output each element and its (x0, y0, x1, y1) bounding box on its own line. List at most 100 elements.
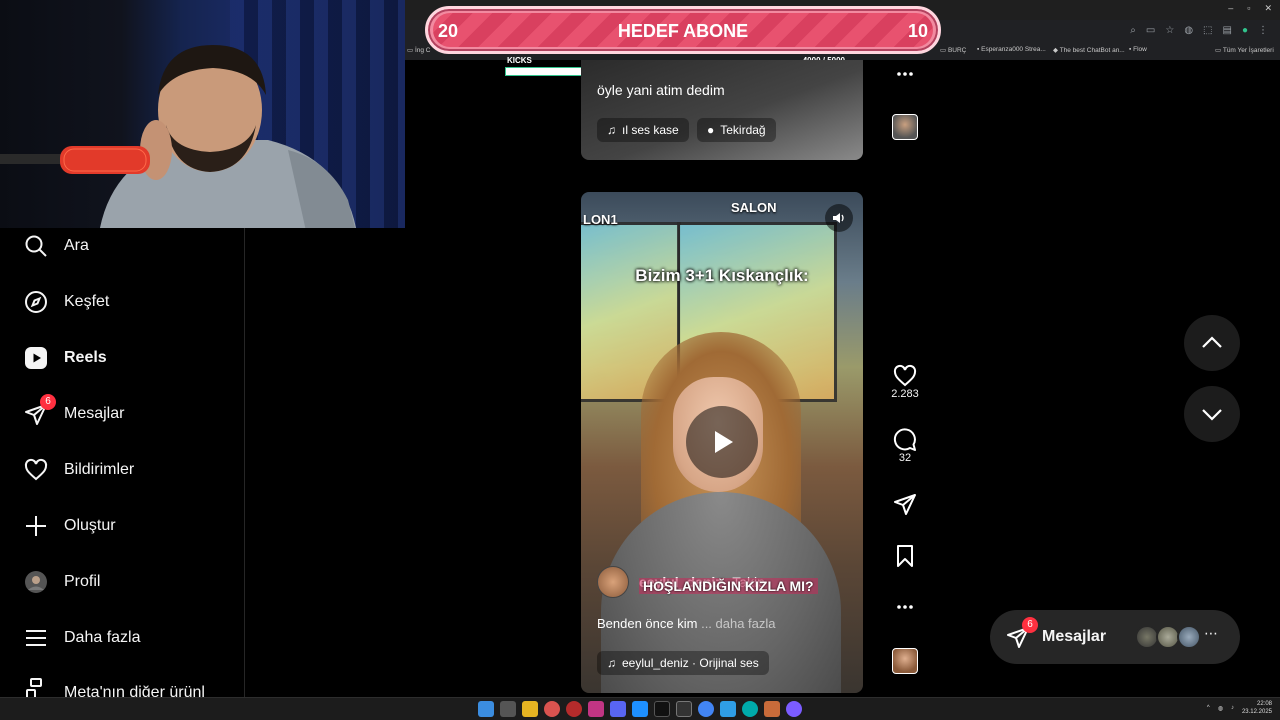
sidebar-item-label: Meta'nın diğer ürünl (64, 684, 205, 698)
like-count: 2.283 (891, 388, 919, 400)
minimize-button[interactable]: – (1228, 3, 1233, 14)
messenger-icon: 6 (24, 394, 56, 426)
next-reel-button[interactable] (1184, 386, 1240, 442)
kebab-menu-icon[interactable]: ⋮ (1258, 25, 1268, 36)
more-options-button[interactable] (889, 66, 921, 82)
sidebar-item-messages[interactable]: 6 Mesajlar (24, 394, 124, 432)
file-explorer-icon[interactable] (522, 701, 538, 717)
network-icon[interactable]: ◍ (1218, 705, 1223, 712)
app-icon[interactable] (764, 701, 780, 717)
bookmark-folder[interactable]: ▭ Tüm Yer İşaretleri (1215, 46, 1274, 54)
bookmark-folder[interactable]: ▭ İng C (407, 46, 431, 54)
close-button[interactable]: ✕ (1264, 3, 1272, 14)
sidebar-item-label: Profil (64, 573, 101, 590)
description-text: Benden önce kim (597, 616, 698, 631)
cinema-sign: LON1 (583, 212, 618, 227)
reel-description: Benden önce kim ... daha fazla (597, 616, 776, 631)
sidebar-item-more[interactable]: Daha fazla (24, 620, 141, 656)
volume-button[interactable] (825, 204, 853, 232)
chevron-up-icon (1202, 336, 1222, 348)
sidebar-item-reels[interactable]: Reels (24, 340, 107, 376)
puzzle-icon[interactable]: ⬚ (1203, 25, 1212, 36)
zoom-icon[interactable]: ⌕ (1130, 25, 1136, 36)
unread-badge: 6 (1022, 617, 1038, 633)
edge-icon[interactable] (742, 701, 758, 717)
sidebar-item-explore[interactable]: Keşfet (24, 284, 109, 320)
messages-pill[interactable]: 6 Mesajlar ⋯ (990, 610, 1240, 664)
profile-icon[interactable]: ● (1242, 25, 1248, 36)
instagram-icon[interactable] (588, 701, 604, 717)
audio-chip[interactable]: ♫ eeylul_deniz · Orijinal ses (597, 651, 769, 675)
photoshop-icon[interactable] (632, 701, 648, 717)
previous-reel-button[interactable] (1184, 315, 1240, 371)
music-note-icon: ♫ (607, 656, 616, 670)
location-chip[interactable]: ● Tekirdağ (697, 118, 776, 142)
obs-icon[interactable] (676, 701, 692, 717)
save-button[interactable] (889, 544, 921, 568)
sidebar-item-label: Bildirimler (64, 461, 135, 478)
taskbar-apps (478, 701, 802, 717)
sidebar-item-label: Keşfet (64, 293, 110, 310)
goal-title: HEDEF ABONE (617, 21, 749, 41)
sidebar-item-label: Oluştur (64, 517, 116, 534)
chrome-icon[interactable] (698, 701, 714, 717)
play-button[interactable] (686, 406, 758, 478)
app-icon[interactable] (786, 701, 802, 717)
chevron-down-icon (1202, 409, 1222, 421)
tiktok-icon[interactable] (654, 701, 670, 717)
discord-icon[interactable] (610, 701, 626, 717)
ellipsis-icon (897, 605, 913, 609)
meta-icon (24, 676, 48, 698)
volume-icon[interactable]: ♪ (1231, 705, 1234, 711)
star-icon[interactable]: ☆ (1165, 25, 1174, 36)
maximize-button[interactable]: ▫ (1247, 3, 1250, 14)
sidebar-item-label: Reels (64, 349, 107, 366)
start-icon[interactable] (478, 701, 494, 717)
browser-icon[interactable] (544, 701, 560, 717)
current-reel[interactable]: LON1 SALON Bizim 3+1 Kıskançlık: eeylul_… (581, 192, 863, 693)
bookmark[interactable]: ◆ The best ChatBot an... (1053, 46, 1125, 54)
editor-icon[interactable] (720, 701, 736, 717)
browser-toolbar: ⌕ ▭ ☆ ◍ ⬚ ▤ ● ⋮ (1130, 25, 1268, 36)
plus-icon (24, 514, 48, 538)
avatar (1177, 625, 1201, 649)
extension-icon[interactable]: ◍ (1184, 25, 1193, 36)
bookmark[interactable]: ▪ Esperanza000 Strea... (977, 46, 1046, 53)
task-view-icon[interactable] (500, 701, 516, 717)
clock-time: 22:08 (1256, 701, 1272, 707)
location-pin-icon: ● (707, 123, 715, 137)
sidebar-item-profile[interactable]: Profil (24, 564, 100, 600)
app-icon[interactable] (566, 701, 582, 717)
bookmark-label: Flow (1133, 46, 1147, 53)
author-avatar[interactable] (597, 566, 629, 598)
microphone (0, 146, 150, 174)
music-note-icon: ♫ (607, 123, 616, 137)
previous-reel[interactable]: öyle yani atim dedim ♫ ıl ses kase ● Tek… (581, 60, 863, 160)
ellipsis-icon: ⋯ (1204, 625, 1218, 641)
audio-thumbnail[interactable] (892, 114, 918, 140)
audio-label: ıl ses kase (622, 123, 679, 137)
audio-thumbnail[interactable] (892, 648, 918, 674)
audio-chip[interactable]: ♫ ıl ses kase (597, 118, 689, 142)
more-link[interactable]: ... daha fazla (701, 616, 775, 631)
play-icon (715, 431, 733, 453)
sidebar-item-meta[interactable]: Meta'nın diğer ürünl (24, 676, 205, 698)
more-options-button[interactable] (889, 599, 921, 615)
comment-icon (893, 428, 916, 451)
cast-icon[interactable]: ▭ (1146, 25, 1155, 36)
sidebar-item-notifications[interactable]: Bildirimler (24, 452, 134, 488)
goal-target: 10 (907, 21, 928, 41)
sidebar-item-create[interactable]: Oluştur (24, 508, 116, 544)
chevron-up-icon[interactable]: ^ (1207, 705, 1210, 711)
clock[interactable]: 22:08 23.12.2025 (1242, 700, 1272, 716)
bookmark-folder[interactable]: ▭ BURÇ (940, 46, 966, 54)
comment-button[interactable]: 32 (889, 428, 921, 464)
share-button[interactable] (889, 492, 921, 516)
unread-badge: 6 (40, 394, 56, 410)
like-button[interactable]: 2.283 (889, 364, 921, 400)
sidebar-item-label: Daha fazla (64, 629, 141, 646)
bookmark[interactable]: ▪ Flow (1129, 46, 1147, 53)
sidebar-item-search[interactable]: Ara (24, 228, 89, 264)
sidebar-icon[interactable]: ▤ (1223, 25, 1232, 36)
heart-icon (893, 364, 917, 387)
